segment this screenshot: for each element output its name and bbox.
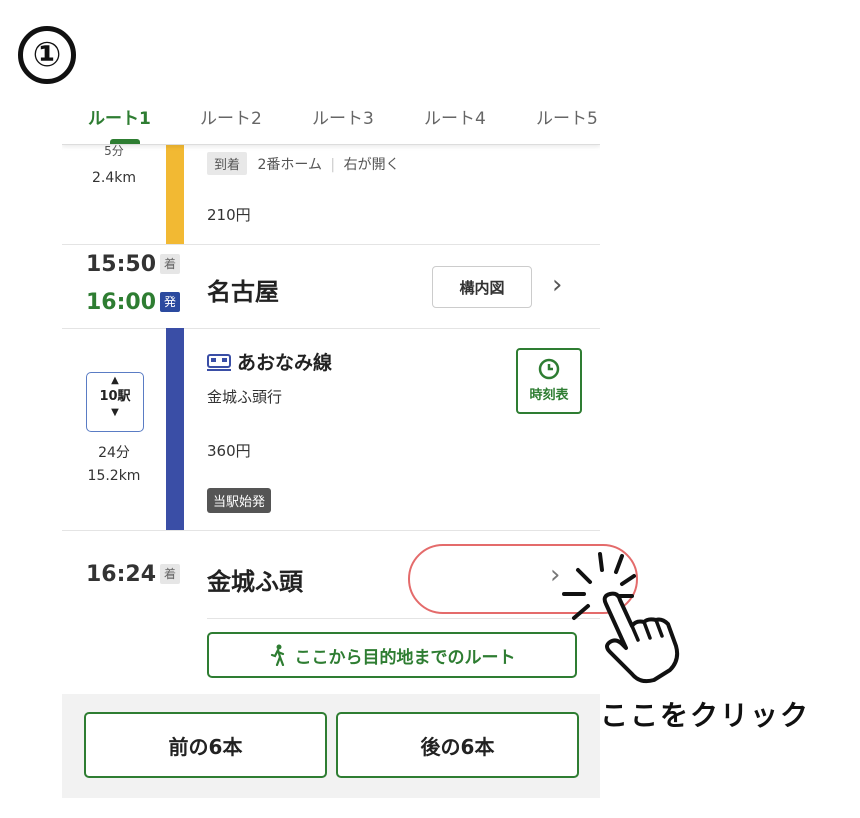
arrival-chip: 到着 xyxy=(207,152,248,175)
chevron-down-icon: ▼ xyxy=(111,407,119,418)
stop-count: 10駅 xyxy=(99,389,131,404)
walk-button-label: ここから目的地までのルート xyxy=(294,647,516,668)
step-number-badge: ① xyxy=(18,26,76,84)
chevron-up-icon: ▲ xyxy=(111,375,119,386)
kinjo-arrive-time: 16:24 着 xyxy=(86,562,181,587)
nagoya-depart-time: 16:00 発 xyxy=(86,290,181,315)
active-tab-indicator xyxy=(110,139,140,144)
chevron-right-icon[interactable]: › xyxy=(552,270,562,300)
route-panel: ルート1 ルート2 ルート3 ルート4 ルート5 5分 2.4km 到着 2番ホ… xyxy=(62,92,600,798)
divider xyxy=(62,530,600,531)
timetable-label: 時刻表 xyxy=(529,388,569,403)
divider xyxy=(62,244,600,245)
walking-person-icon xyxy=(270,644,284,666)
tab-route-1[interactable]: ルート1 xyxy=(88,104,151,129)
timetable-button[interactable]: 時刻表 xyxy=(516,348,582,414)
stops-expander[interactable]: ▲ 10駅 ▼ xyxy=(86,372,144,432)
platform-info: 到着 2番ホーム | 右が開く xyxy=(207,152,400,175)
station-map-button[interactable]: 構内図 xyxy=(432,266,532,308)
door-side: 右が開く xyxy=(343,157,400,173)
line-color-bar-blue xyxy=(166,328,184,530)
instruction-callout: ここをクリック xyxy=(600,699,811,732)
depart-mark: 発 xyxy=(160,292,181,312)
train-line[interactable]: あおなみ線 xyxy=(207,348,332,375)
train-icon xyxy=(207,354,231,371)
previous-trains-button[interactable]: 前の6本 xyxy=(84,712,327,778)
tab-route-3[interactable]: ルート3 xyxy=(312,104,374,129)
station-name-kinjo-futo[interactable]: 金城ふ頭 xyxy=(207,562,303,597)
divider xyxy=(62,328,600,329)
clock-icon xyxy=(538,358,560,380)
segment2-duration: 24分 xyxy=(98,445,130,461)
platform-number: 2番ホーム xyxy=(257,157,322,173)
divider xyxy=(207,618,600,619)
route-to-destination-button[interactable]: ここから目的地までのルート xyxy=(207,632,577,678)
pagination-footer: 前の6本 後の6本 xyxy=(62,694,600,798)
origin-station-badge: 当駅始発 xyxy=(207,488,272,513)
segment1-fare: 210円 xyxy=(207,206,251,224)
tab-route-5[interactable]: ルート5 xyxy=(536,104,598,129)
arrive-mark: 着 xyxy=(160,254,181,274)
train-direction: 金城ふ頭行 xyxy=(207,388,283,406)
pointing-hand-icon xyxy=(602,591,680,684)
next-trains-button[interactable]: 後の6本 xyxy=(336,712,579,778)
nagoya-arrive-time: 15:50 着 xyxy=(86,252,181,277)
segment2-fare: 360円 xyxy=(207,442,251,460)
segment2-distance: 15.2km xyxy=(87,468,141,484)
tab-route-2[interactable]: ルート2 xyxy=(200,104,262,129)
arrive-mark: 着 xyxy=(160,564,181,584)
station-name-nagoya[interactable]: 名古屋 xyxy=(207,272,279,307)
route-tabs: ルート1 ルート2 ルート3 ルート4 ルート5 xyxy=(62,92,600,145)
tab-route-4[interactable]: ルート4 xyxy=(424,104,486,129)
line-color-bar-yellow xyxy=(166,144,184,244)
line-name: あおなみ線 xyxy=(237,352,333,374)
segment1-distance: 2.4km xyxy=(91,170,136,186)
